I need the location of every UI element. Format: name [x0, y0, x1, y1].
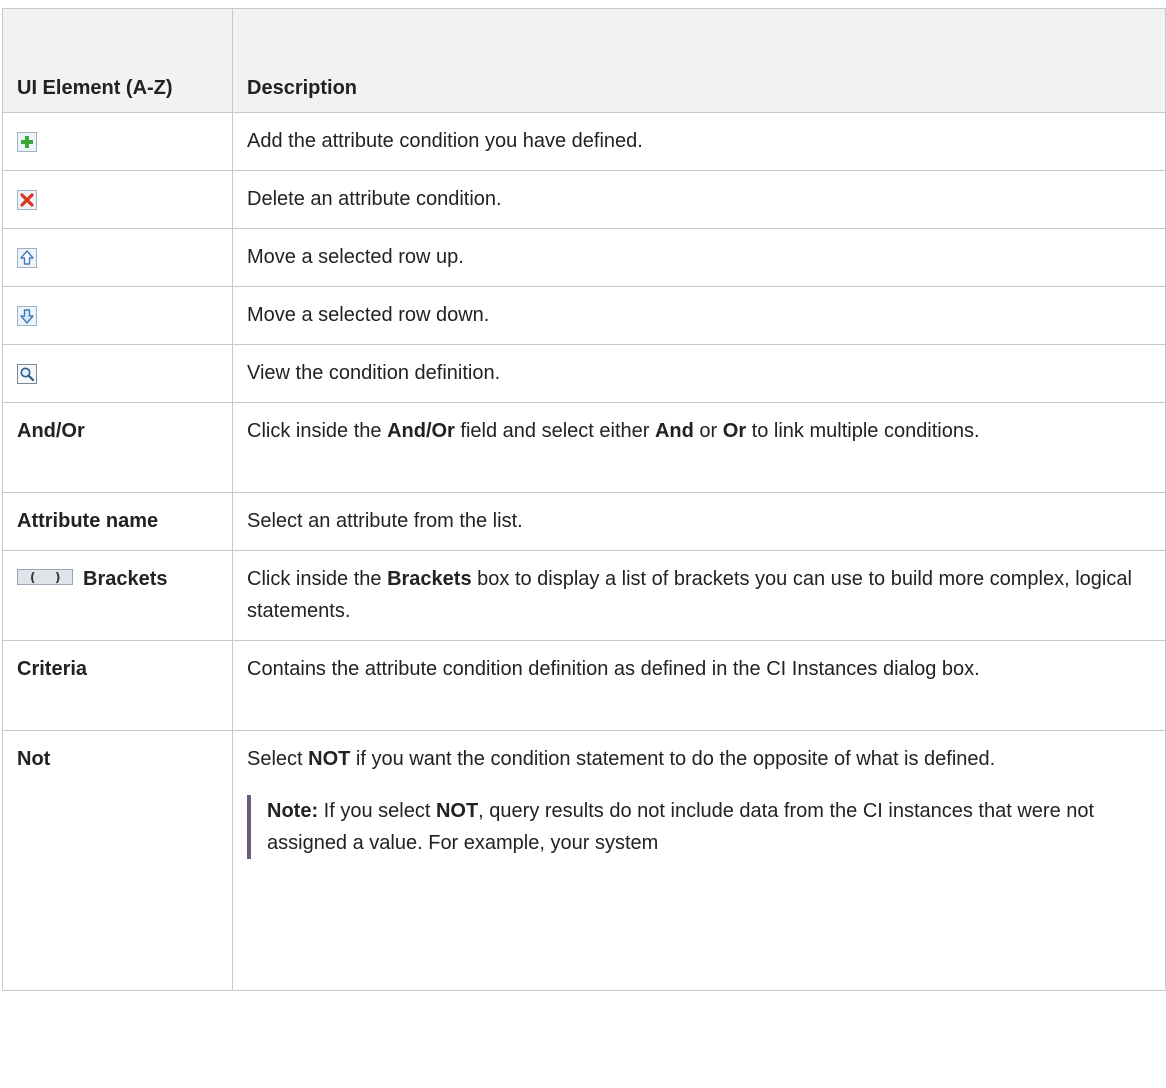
- description-cell: Move a selected row down.: [232, 286, 1166, 345]
- table-row: And/Or Click inside the And/Or field and…: [2, 402, 1166, 493]
- header-ui-element: UI Element (A-Z): [2, 8, 233, 113]
- table-row: View the condition definition.: [2, 344, 1166, 403]
- table-row: Move a selected row up.: [2, 228, 1166, 287]
- description-text: to link multiple conditions.: [746, 420, 980, 442]
- description-bold: Brackets: [387, 568, 472, 590]
- description-bold: NOT: [308, 748, 351, 770]
- element-cell: () Brackets: [2, 550, 233, 641]
- description-text: Click inside the: [247, 568, 388, 590]
- table-row: () Brackets Click inside the Brackets bo…: [2, 550, 1166, 641]
- description-bold: And: [654, 420, 694, 442]
- element-cell: [2, 112, 233, 171]
- element-cell: Criteria: [2, 640, 233, 731]
- table-row: Add the attribute condition you have def…: [2, 112, 1166, 171]
- element-cell: Attribute name: [2, 492, 233, 551]
- delete-icon: [17, 189, 37, 210]
- element-cell: [2, 286, 233, 345]
- view-icon: [17, 363, 37, 384]
- description-text: field and select either: [454, 420, 655, 442]
- element-cell: And/Or: [2, 402, 233, 493]
- note-callout: Note: If you select NOT, query results d…: [247, 795, 1151, 859]
- description-text: or: [693, 420, 723, 442]
- table-row: Attribute name Select an attribute from …: [2, 492, 1166, 551]
- add-icon: [17, 131, 37, 152]
- description-cell: Contains the attribute condition definit…: [232, 640, 1166, 731]
- element-cell: [2, 344, 233, 403]
- description-cell: Click inside the And/Or field and select…: [232, 402, 1166, 493]
- description-cell: Add the attribute condition you have def…: [232, 112, 1166, 171]
- element-cell: [2, 228, 233, 287]
- description-cell: View the condition definition.: [232, 344, 1166, 403]
- description-paragraph: Select NOT if you want the condition sta…: [247, 743, 1151, 775]
- element-label: Brackets: [83, 568, 168, 590]
- header-description: Description: [232, 8, 1166, 113]
- table-row: Move a selected row down.: [2, 286, 1166, 345]
- svg-text:(: (: [30, 571, 35, 585]
- description-cell: Delete an attribute condition.: [232, 170, 1166, 229]
- description-bold: Or: [722, 420, 747, 442]
- description-cell: Click inside the Brackets box to display…: [232, 550, 1166, 641]
- description-text: if you want the condition statement to d…: [350, 748, 996, 770]
- element-cell: Not: [2, 730, 233, 991]
- description-cell: Select NOT if you want the condition sta…: [232, 730, 1166, 991]
- description-text: Click inside the: [247, 420, 388, 442]
- table-row: Delete an attribute condition.: [2, 170, 1166, 229]
- note-bold: NOT: [435, 800, 479, 822]
- table-header-row: UI Element (A-Z) Description: [2, 8, 1166, 113]
- ui-elements-table: UI Element (A-Z) Description Add the att…: [2, 8, 1166, 991]
- svg-text:): ): [55, 571, 60, 585]
- table-row: Criteria Contains the attribute conditio…: [2, 640, 1166, 731]
- move-down-icon: [17, 305, 37, 326]
- description-cell: Move a selected row up.: [232, 228, 1166, 287]
- element-cell: [2, 170, 233, 229]
- description-bold: And/Or: [387, 420, 455, 442]
- description-cell: Select an attribute from the list.: [232, 492, 1166, 551]
- note-label: Note:: [267, 800, 319, 822]
- description-text: Select: [247, 748, 309, 770]
- table-row: Not Select NOT if you want the condition…: [2, 730, 1166, 991]
- brackets-icon: (): [17, 566, 73, 588]
- move-up-icon: [17, 247, 37, 268]
- note-text: If you select: [318, 800, 436, 822]
